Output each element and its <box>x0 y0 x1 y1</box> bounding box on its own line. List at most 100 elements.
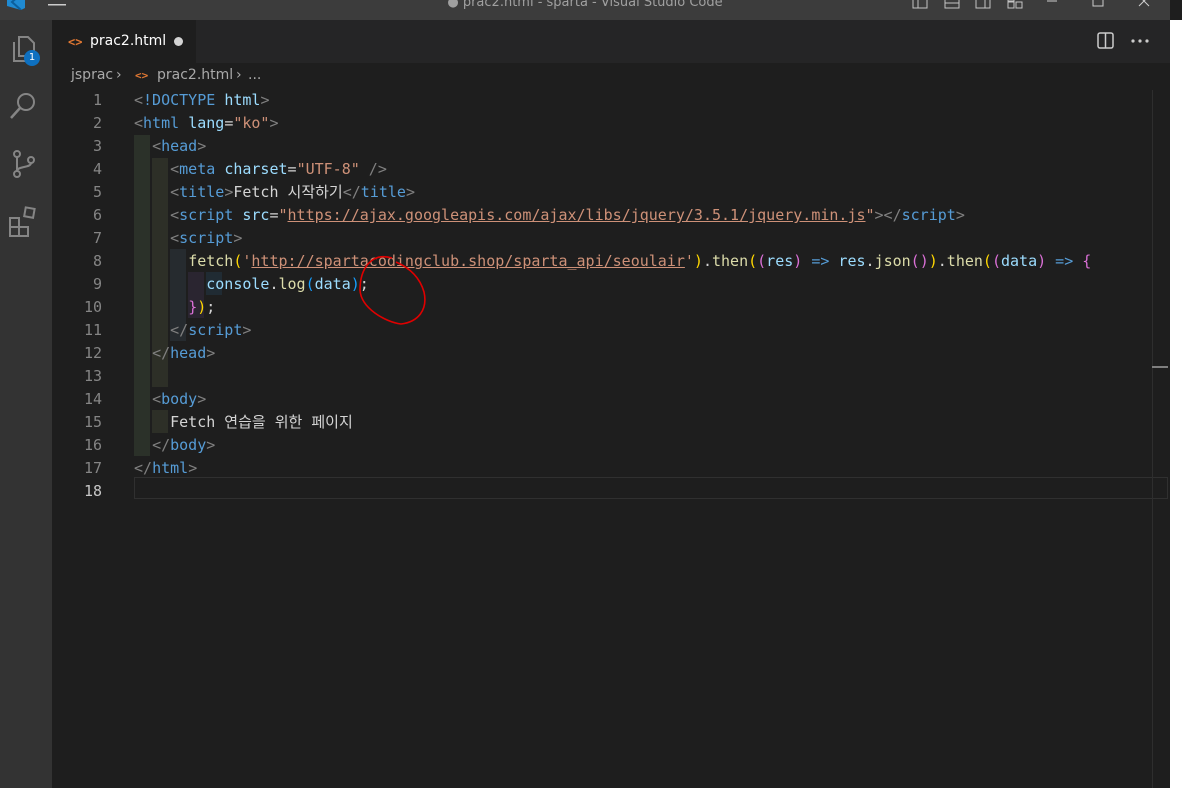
code-token: < <box>152 390 162 408</box>
tab-prac2-html[interactable]: <> prac2.html <box>52 20 196 63</box>
code-text: <html lang="ko"> <box>134 112 279 135</box>
code-line[interactable]: 17 </html> <box>52 457 1170 480</box>
code-line[interactable]: 9 console.log(data); <box>52 273 1170 296</box>
code-token: > <box>197 137 207 155</box>
code-token: < <box>152 137 162 155</box>
code-line[interactable]: 13 <box>52 365 1170 388</box>
layout-controls-icon[interactable] <box>912 0 1024 10</box>
source-control-icon[interactable] <box>8 148 40 180</box>
line-number: 9 <box>92 275 102 293</box>
code-token: Fetch 시작하기 <box>233 183 343 201</box>
window-edge <box>1170 20 1182 788</box>
code-line[interactable]: 10 }); <box>52 296 1170 319</box>
code-token: https://ajax.googleapis.com/ajax/libs/jq… <box>287 206 866 224</box>
chevron-right-icon: › <box>116 67 122 83</box>
code-token: head <box>170 344 207 362</box>
code-line[interactable]: 18 <box>52 480 1170 503</box>
line-number: 17 <box>83 459 102 477</box>
code-editor[interactable]: 1 <!DOCTYPE html> 2 <html lang="ko"> 3 <head… <box>52 89 1170 788</box>
code-line[interactable]: 4 <meta charset="UTF-8" /> <box>52 158 1170 181</box>
code-line[interactable]: 14 <body> <box>52 388 1170 411</box>
code-line[interactable]: 3 <head> <box>52 135 1170 158</box>
code-line[interactable]: 2 <html lang="ko"> <box>52 112 1170 135</box>
code-token: </ <box>342 183 361 201</box>
code-token: ></ <box>874 206 902 224</box>
code-line[interactable]: 11 </script> <box>52 319 1170 342</box>
title-bar: ● prac2.html - sparta - Visual Studio Co… <box>0 0 1170 20</box>
code-token: html <box>152 459 189 477</box>
split-editor-icon[interactable] <box>1096 31 1156 51</box>
code-token: "UTF-8" <box>296 160 360 178</box>
code-token: . <box>702 252 712 270</box>
code-line[interactable]: 16 </body> <box>52 434 1170 457</box>
code-token: /> <box>359 160 387 178</box>
line-number: 4 <box>92 160 102 178</box>
code-text: </html> <box>134 457 197 480</box>
breadcrumb-more[interactable]: ... <box>248 67 261 83</box>
code-line[interactable]: 5 <title>Fetch 시작하기</title> <box>52 181 1170 204</box>
line-number: 5 <box>92 183 102 201</box>
code-line[interactable]: 12 </head> <box>52 342 1170 365</box>
code-token: > <box>955 206 965 224</box>
code-token: script <box>901 206 956 224</box>
activity-bar: 1 <box>0 20 52 788</box>
code-token: < <box>170 160 180 178</box>
code-token: " <box>865 206 875 224</box>
code-line[interactable]: 7 <script> <box>52 227 1170 250</box>
breadcrumb-file[interactable]: prac2.html <box>157 67 233 83</box>
code-token: log <box>278 275 306 293</box>
code-token: Fetch 연습을 위한 페이지 <box>170 413 353 431</box>
code-token: html <box>143 114 180 132</box>
line-number: 11 <box>83 321 102 339</box>
code-token: meta <box>179 160 216 178</box>
code-line[interactable]: 6 <script src="https://ajax.googleapis.c… <box>52 204 1170 227</box>
code-text: Fetch 연습을 위한 페이지 <box>134 411 353 434</box>
line-number: 18 <box>83 482 102 500</box>
code-token: ( <box>982 252 992 270</box>
vertical-scrollbar[interactable] <box>1152 90 1153 788</box>
code-line[interactable]: 15 Fetch 연습을 위한 페이지 <box>52 411 1170 434</box>
code-text: <script src="https://ajax.googleapis.com… <box>134 204 965 227</box>
minimize-icon[interactable] <box>1045 0 1059 8</box>
code-token: < <box>170 229 180 247</box>
maximize-icon[interactable] <box>1091 0 1105 8</box>
code-token: title <box>360 183 406 201</box>
close-icon[interactable] <box>1137 0 1151 8</box>
chevron-right-icon: › <box>236 67 242 83</box>
code-token: ) <box>919 252 929 270</box>
code-token: ) <box>928 252 938 270</box>
code-token: ) <box>693 252 703 270</box>
code-token: > <box>242 321 252 339</box>
code-line[interactable]: 1 <!DOCTYPE html> <box>52 89 1170 112</box>
extensions-icon[interactable] <box>8 206 40 238</box>
code-token: </ <box>170 321 189 339</box>
code-token: charset <box>224 160 288 178</box>
code-line[interactable]: 8 fetch ('http://spartacodingclub.shop/sp… <box>52 250 1170 273</box>
unsaved-dot-icon[interactable] <box>174 37 183 46</box>
code-token: < <box>170 206 180 224</box>
code-token: console <box>206 275 270 293</box>
code-text: <body> <box>134 388 206 411</box>
breadcrumb-folder[interactable]: jsprac <box>71 67 113 83</box>
code-text: <title>Fetch 시작하기</title> <box>134 181 415 204</box>
code-token: ( <box>757 252 767 270</box>
code-token: res <box>766 252 794 270</box>
line-number: 15 <box>83 413 102 431</box>
code-text: </head> <box>134 342 215 365</box>
code-token: data <box>1000 252 1038 270</box>
scrollbar-marker <box>1152 366 1168 368</box>
search-icon[interactable] <box>8 90 40 122</box>
html-file-icon: <> <box>68 35 83 49</box>
